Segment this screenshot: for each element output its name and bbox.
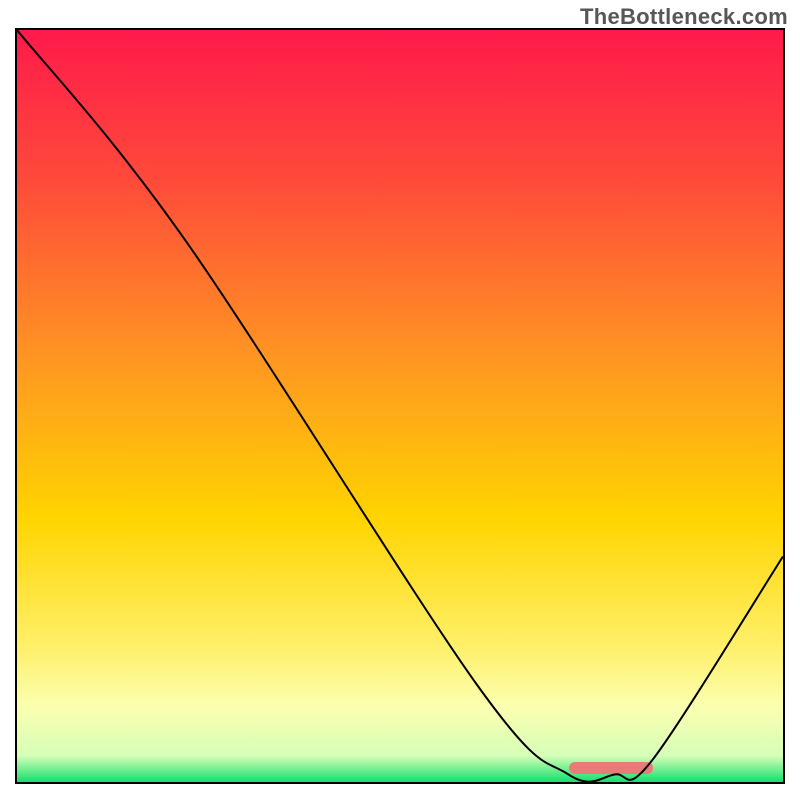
watermark-text: TheBottleneck.com	[580, 4, 788, 30]
chart-container: TheBottleneck.com	[0, 0, 800, 800]
plot-area	[15, 28, 785, 784]
curve-path	[17, 30, 783, 782]
bottleneck-curve-line	[17, 30, 783, 782]
